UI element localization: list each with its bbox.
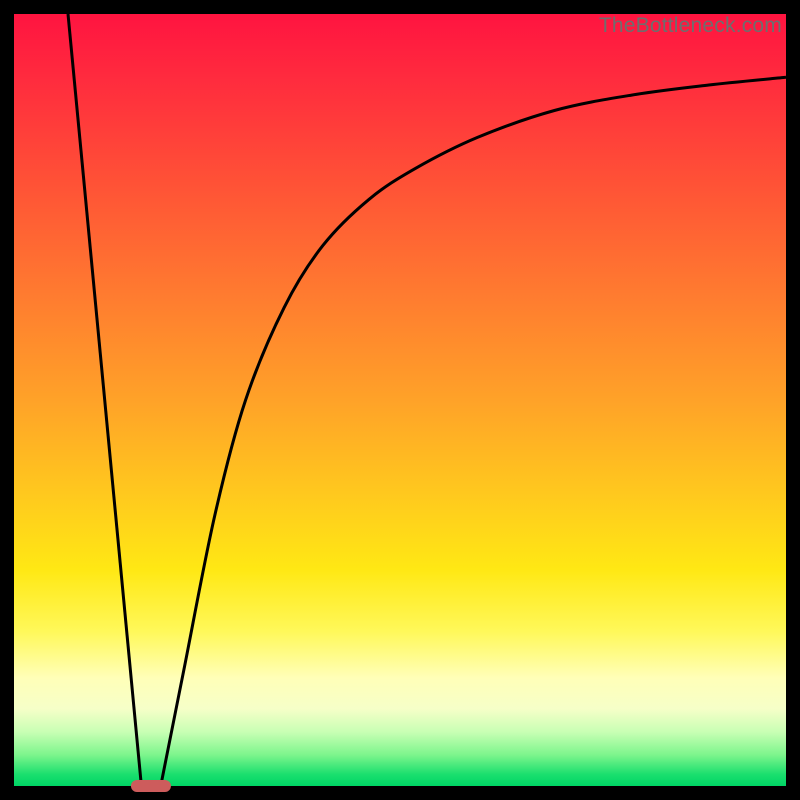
curve-svg bbox=[14, 14, 786, 786]
left-line-path bbox=[68, 14, 141, 786]
minimum-marker bbox=[131, 780, 171, 792]
chart-frame: TheBottleneck.com bbox=[14, 14, 786, 786]
watermark-text: TheBottleneck.com bbox=[599, 14, 782, 38]
right-curve-path bbox=[161, 77, 786, 786]
